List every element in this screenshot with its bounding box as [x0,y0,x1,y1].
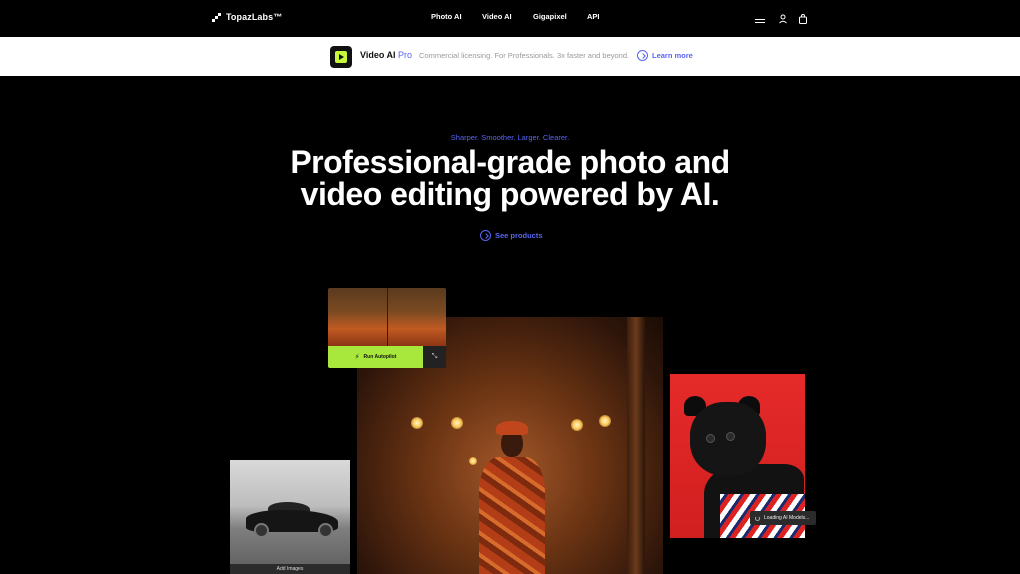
nav-api[interactable]: API [587,12,600,21]
add-images-bar[interactable]: Add Images [230,564,350,574]
nav-links: Photo AI Video AI Gigapixel API [0,12,1020,24]
spinner-icon [755,515,760,521]
autopilot-comparison-card: ⚡ Run Autopilot ⤡ [328,288,446,368]
learn-more-link[interactable]: Learn more [637,50,693,61]
arrow-circle-icon [480,230,491,241]
see-products-label: See products [495,231,543,240]
add-images-label: Add Images [276,566,304,572]
hero-headline: Professional-grade photo and video editi… [0,146,1020,210]
nav-photo-ai[interactable]: Photo AI [431,12,462,21]
promo-banner: Video AI Pro Commercial licensing. For P… [0,37,1020,76]
cart-icon[interactable] [797,12,809,24]
nav-gigapixel[interactable]: Gigapixel [533,12,567,21]
user-icon[interactable] [777,12,789,24]
menu-icon[interactable] [754,13,766,25]
loading-ai-models-indicator: Loading AI Models... [750,511,816,525]
hero-eyebrow: Sharper. Smoother. Larger. Clearer. [450,133,570,142]
before-thumbnail [328,288,387,346]
after-thumbnail [387,288,446,346]
see-products-link[interactable]: See products [480,230,543,241]
video-ai-app-icon [330,46,352,68]
hero-headline-line1: Professional-grade photo and [290,144,730,180]
banner-product-name: Video AI Pro [360,50,413,60]
loading-label: Loading AI Models... [764,515,810,521]
run-autopilot-label: Run Autopilot [363,354,397,360]
banner-description: Commercial licensing. For Professionals.… [419,51,630,60]
top-navigation: TopazLabs™ Photo AI Video AI Gigapixel A… [0,0,1020,37]
nav-video-ai[interactable]: Video AI [482,12,512,21]
learn-more-label: Learn more [652,51,693,60]
crop-icon[interactable]: ⤡ [423,346,446,368]
banner-product-tier: Pro [398,50,413,60]
hero-headline-line2: video editing powered by AI. [300,176,720,212]
arrow-circle-icon [637,50,648,61]
lightning-icon: ⚡ [354,354,360,361]
car-image-card: Add Images [230,460,350,574]
run-autopilot-button[interactable]: ⚡ Run Autopilot [328,346,423,368]
